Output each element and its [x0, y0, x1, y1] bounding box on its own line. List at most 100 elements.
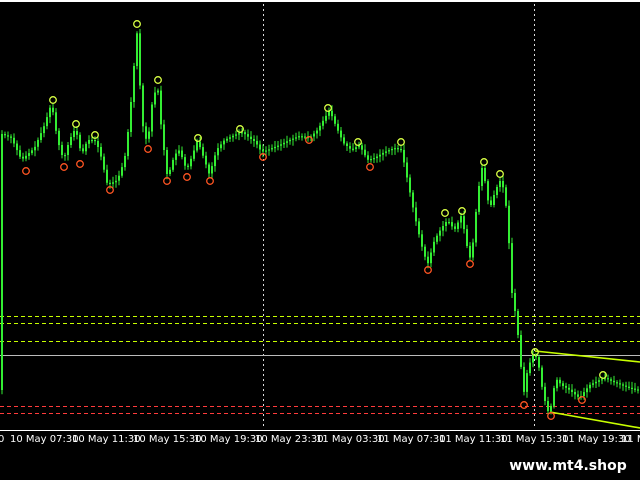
candle-body	[508, 205, 510, 244]
candle-body	[529, 362, 531, 374]
candle-body	[511, 243, 513, 293]
candle-body	[607, 378, 609, 380]
candle-body	[415, 207, 417, 222]
candle-body	[400, 149, 402, 151]
candle-body	[559, 379, 561, 384]
candle-body	[52, 107, 54, 113]
time-label-partial: 11 M	[621, 434, 640, 445]
candle-body	[589, 384, 591, 389]
candle-body	[4, 134, 6, 136]
candle-body	[421, 234, 423, 247]
candle-body	[355, 147, 357, 150]
candle-body	[190, 158, 192, 167]
candle-body	[505, 187, 507, 206]
candle-body	[442, 226, 444, 231]
candle-body	[373, 158, 375, 160]
candle-body	[289, 139, 291, 142]
candle-body	[160, 90, 162, 125]
candle-body	[496, 187, 498, 195]
candle-body	[418, 221, 420, 235]
candle-body	[385, 151, 387, 153]
candle-body	[394, 148, 396, 150]
candle-body	[58, 130, 60, 146]
candle-body	[457, 222, 459, 229]
candle-body	[166, 150, 168, 174]
candle-body	[139, 33, 141, 86]
candle-body	[103, 156, 105, 170]
candle-body	[316, 130, 318, 134]
candle-body	[292, 138, 294, 140]
time-label: 10 May 15:30	[133, 434, 202, 445]
candle-body	[151, 104, 153, 132]
candle-body	[157, 90, 159, 93]
candle-body	[25, 155, 27, 159]
candle-body	[205, 155, 207, 165]
candle-body	[478, 186, 480, 212]
candle-body	[532, 355, 534, 363]
candle-body	[304, 136, 306, 138]
candle-body	[547, 401, 549, 412]
candle-body	[61, 145, 63, 155]
candle-body	[583, 392, 585, 396]
candle-body	[109, 182, 111, 184]
candle-body	[469, 245, 471, 258]
candle-body	[175, 153, 177, 160]
time-label: 11 May 15:30	[500, 434, 569, 445]
candle-body	[616, 382, 618, 384]
candle-body	[259, 144, 261, 150]
candle-body	[19, 150, 21, 157]
candle-body	[247, 134, 249, 137]
candle-body	[274, 146, 276, 149]
price-chart[interactable]: 0 10 May 07:30 10 May 11:30 10 May 15:30…	[0, 0, 640, 480]
candle-body	[352, 148, 354, 150]
time-label: 10 May 23:30	[255, 434, 324, 445]
candle-body	[43, 126, 45, 134]
candle-body	[133, 66, 135, 102]
candle-body	[517, 311, 519, 335]
candle-body	[427, 256, 429, 264]
candle-body	[256, 141, 258, 145]
candle-body	[637, 389, 639, 391]
candle-body	[337, 123, 339, 131]
candle-body	[277, 145, 279, 147]
candle-body	[301, 136, 303, 138]
candle-body	[163, 124, 165, 150]
candle-body	[568, 387, 570, 390]
candle-body	[118, 175, 120, 181]
candle-body	[634, 388, 636, 390]
candle-body	[565, 385, 567, 388]
candle-body	[181, 150, 183, 158]
candle-body	[124, 156, 126, 168]
candle-body	[220, 144, 222, 149]
time-label: 10 May 19:30	[194, 434, 263, 445]
candle-body	[187, 165, 189, 167]
candle-body	[142, 85, 144, 127]
candle-body	[229, 137, 231, 139]
candle-body	[70, 137, 72, 145]
candle-body	[370, 159, 372, 161]
candle-body	[601, 379, 603, 381]
candle-body	[214, 155, 216, 167]
candle-body	[595, 381, 597, 384]
candle-body	[544, 386, 546, 401]
candle-body	[286, 141, 288, 143]
chart-top-border	[0, 0, 640, 2]
candle-body	[211, 166, 213, 174]
candle-body	[130, 102, 132, 132]
time-label: 11 May 03:30	[316, 434, 385, 445]
candle-body	[514, 293, 516, 311]
time-label: 10 May 11:30	[72, 434, 141, 445]
candle-body	[550, 405, 552, 412]
time-label: 10 May 07:30	[10, 434, 79, 445]
candle-body	[85, 143, 87, 152]
candle-body	[610, 379, 612, 381]
candle-body	[217, 148, 219, 156]
candle-body	[232, 135, 234, 138]
time-axis-labels: 0 10 May 07:30 10 May 11:30 10 May 15:30…	[0, 434, 640, 445]
candle-body	[115, 180, 117, 183]
candle-body	[82, 148, 84, 152]
time-label: 11 May 11:30	[439, 434, 508, 445]
candle-body	[526, 373, 528, 392]
candle-body	[592, 383, 594, 385]
candle-body	[37, 139, 39, 147]
